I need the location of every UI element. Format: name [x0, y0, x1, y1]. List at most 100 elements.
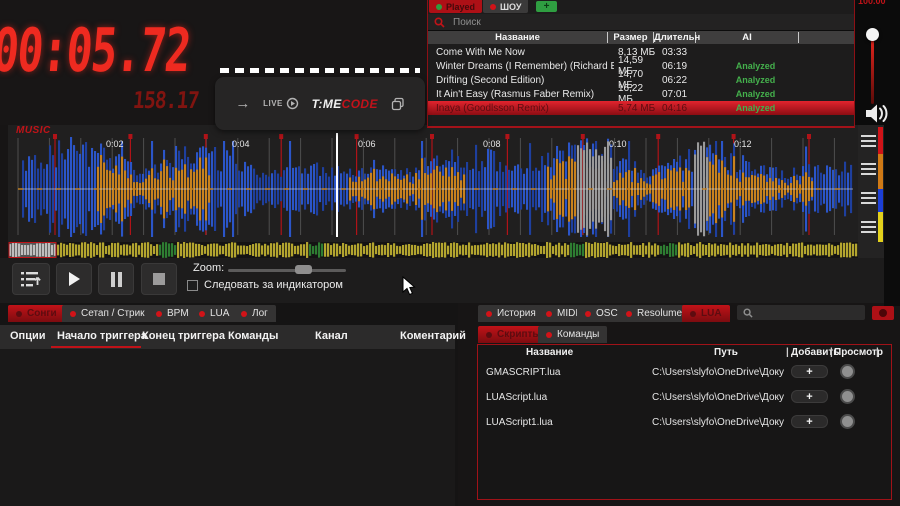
svg-text:0:08: 0:08: [483, 139, 501, 149]
sort-underline: [51, 346, 141, 348]
zoom-slider-track[interactable]: [228, 269, 346, 272]
layer-handle-strip: [858, 125, 884, 258]
tab-resolume[interactable]: Resolume: [618, 305, 690, 322]
column-trigger-end[interactable]: Конец триггера: [142, 330, 225, 342]
track-row[interactable]: It Ain't Easy (Rasmus Faber Remix) 16,22…: [428, 87, 854, 101]
column-trigger-start[interactable]: Начало триггера: [57, 330, 147, 342]
tab-lua-integration[interactable]: LUA: [682, 305, 730, 322]
svg-text:0:12: 0:12: [734, 139, 752, 149]
playlist-search: [428, 14, 854, 31]
column-name[interactable]: Название: [428, 32, 608, 43]
integration-panel: История MIDI OSC Resolume LUA Скрипты Ко…: [460, 303, 900, 506]
tab-lua[interactable]: LUA: [191, 305, 237, 322]
column-script-name[interactable]: Название: [526, 347, 573, 358]
column-script-path[interactable]: Путь: [714, 347, 738, 358]
showcontrol-app: 00:05.72 158.17 → LIVE T:MECODE Played Ш…: [0, 0, 900, 506]
zoom-slider-thumb[interactable]: [295, 265, 312, 274]
live-play-icon: [286, 97, 299, 110]
waveform-canvas[interactable]: 0:020:040:060:080:100:12: [8, 133, 858, 237]
right-gutter: [884, 130, 900, 306]
column-channel[interactable]: Канал: [315, 330, 348, 342]
drag-handle-icon[interactable]: [861, 135, 876, 147]
layer-color-orange: [878, 154, 883, 189]
drag-handle-icon[interactable]: [861, 192, 876, 204]
view-script-button[interactable]: [840, 389, 855, 404]
column-duration[interactable]: Длительн: [654, 32, 696, 43]
play-icon: [66, 271, 82, 287]
follow-indicator-label: Следовать за индикатором: [204, 279, 343, 291]
svg-text:0:04: 0:04: [232, 139, 250, 149]
tab-log[interactable]: Лог: [233, 305, 276, 322]
svg-text:0:06: 0:06: [358, 139, 376, 149]
column-comment[interactable]: Коментарий: [400, 330, 466, 342]
tab-setup-stream[interactable]: Сетап / Стрик: [62, 305, 153, 322]
script-row[interactable]: LUAScript.lua C:\Users\slyfo\OneDrive\До…: [478, 387, 891, 409]
red-dot-icon: [490, 4, 496, 10]
tab-history[interactable]: История: [478, 305, 544, 322]
mouse-cursor: [402, 276, 416, 296]
red-dot-icon: [585, 311, 591, 317]
column-ai[interactable]: AI: [696, 32, 799, 43]
bpm-readout: 158.17: [94, 88, 200, 114]
volume-sidebar: 100.00: [855, 0, 900, 130]
scripts-search-input[interactable]: [757, 306, 861, 319]
add-script-button[interactable]: +: [791, 390, 828, 403]
dashed-divider: [220, 68, 420, 73]
add-playlist-button[interactable]: +: [536, 1, 557, 12]
red-dot-icon: [690, 311, 696, 317]
pause-icon: [110, 272, 123, 287]
waveform-minimap[interactable]: [8, 242, 858, 258]
record-dot-icon: [879, 309, 887, 317]
stop-button[interactable]: [141, 263, 177, 295]
playlist-tab-show[interactable]: ШОУ: [483, 0, 528, 13]
volume-slider-knob[interactable]: [866, 28, 879, 41]
arrow-right-icon[interactable]: →: [235, 96, 250, 111]
pause-button[interactable]: [98, 263, 134, 295]
script-row[interactable]: GMASCRIPT.lua C:\Users\slyfo\OneDrive\До…: [478, 362, 891, 384]
volume-slider-track[interactable]: [871, 40, 874, 104]
tracklist-button[interactable]: [12, 263, 50, 295]
stop-icon: [153, 273, 165, 285]
column-size[interactable]: Размер: [608, 32, 654, 43]
tab-bpm[interactable]: BPM: [148, 305, 197, 322]
red-dot-icon: [626, 311, 632, 317]
play-button[interactable]: [56, 263, 92, 295]
view-script-button[interactable]: [840, 414, 855, 429]
cue-table-body[interactable]: [0, 349, 455, 506]
column-options[interactable]: Опции: [10, 330, 46, 342]
playlist-window: Played ШОУ + Название Размер Длительн AI…: [427, 0, 855, 128]
search-icon: [743, 308, 753, 318]
svg-text:0:10: 0:10: [609, 139, 627, 149]
drag-handle-icon[interactable]: [861, 221, 876, 233]
scripts-action-button[interactable]: [872, 306, 894, 320]
live-button[interactable]: LIVE: [263, 97, 299, 110]
drag-handle-icon[interactable]: [861, 163, 876, 175]
zoom-label: Zoom:: [193, 262, 224, 274]
header-separator: |: [876, 347, 879, 358]
add-script-button[interactable]: +: [791, 415, 828, 428]
copy-icon[interactable]: [391, 97, 405, 111]
red-dot-icon: [486, 311, 492, 317]
red-dot-icon: [199, 311, 205, 317]
follow-indicator-checkbox[interactable]: [187, 280, 198, 291]
timecode-clock: 00:05.72: [0, 16, 193, 86]
transport-bar: Zoom: Следовать за индикатором: [0, 258, 884, 303]
view-script-button[interactable]: [840, 364, 855, 379]
red-dot-icon: [16, 311, 22, 317]
add-script-button[interactable]: +: [791, 365, 828, 378]
red-dot-icon: [70, 311, 76, 317]
timecode-toolbar: → LIVE T:MECODE: [215, 77, 425, 130]
green-dot-icon: [436, 4, 442, 10]
subtab-commands[interactable]: Команды: [538, 326, 607, 343]
cue-panel: Сонги Сетап / Стрик BPM LUA Лог Опции На…: [0, 303, 458, 506]
scripts-table: Название Путь | Добавить | Просмотр | GM…: [477, 344, 892, 500]
tab-songs[interactable]: Сонги: [8, 305, 65, 322]
column-commands[interactable]: Команды: [228, 330, 278, 342]
speaker-icon[interactable]: [864, 103, 890, 124]
script-row[interactable]: LUAScript1.lua C:\Users\slyfo\OneDrive\Д…: [478, 412, 891, 434]
scripts-table-header: Название Путь | Добавить | Просмотр |: [478, 347, 891, 360]
track-row-selected[interactable]: Inaya (Goodlsson Remix) 5,74 МБ 04:16 An…: [428, 101, 854, 115]
playlist-search-input[interactable]: [451, 16, 755, 29]
playlist-header: Название Размер Длительн AI: [428, 31, 854, 44]
playlist-tab-played[interactable]: Played: [429, 0, 482, 13]
